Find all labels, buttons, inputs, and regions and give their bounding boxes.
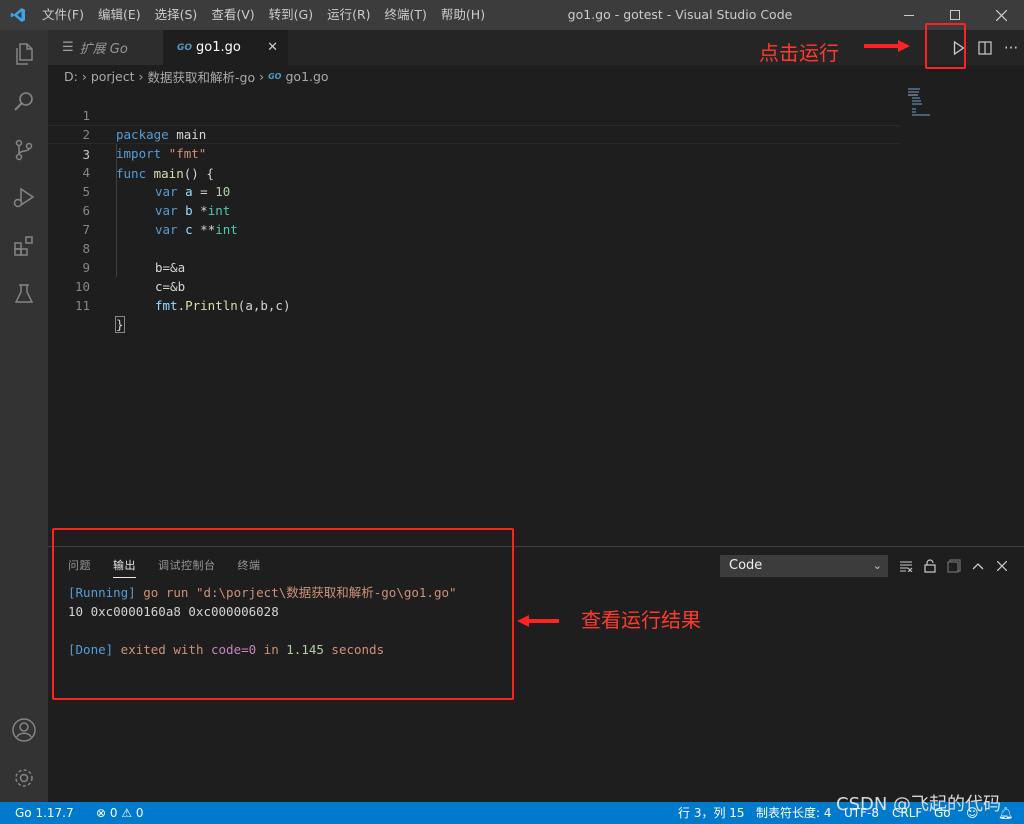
menu-selection[interactable]: 选择(S) — [148, 0, 205, 30]
menu-file[interactable]: 文件(F) — [35, 0, 91, 30]
arrow-right-icon — [864, 40, 910, 52]
more-actions-icon[interactable]: ··· — [998, 30, 1024, 65]
maximize-icon — [950, 10, 960, 20]
menu-go[interactable]: 转到(G) — [262, 0, 320, 30]
files-icon — [16, 43, 33, 65]
tab-go1-go[interactable]: GO go1.go ✕ — [163, 30, 288, 65]
code-line: 6 var c **int — [48, 182, 900, 237]
menu-bar: 文件(F) 编辑(E) 选择(S) 查看(V) 转到(G) 运行(R) 终端(T… — [35, 0, 492, 30]
search-icon — [14, 92, 33, 111]
output-channel-select[interactable]: Code ⌄ — [720, 555, 888, 577]
tab-size[interactable]: 制表符长度: 4 — [756, 802, 832, 824]
breadcrumb-folder[interactable]: porject — [91, 69, 135, 84]
vscode-logo-icon — [0, 0, 35, 30]
split-editor-icon — [978, 40, 992, 55]
run-debug-button[interactable] — [0, 174, 48, 222]
close-window-button[interactable] — [978, 0, 1024, 30]
csdn-watermark: CSDN @飞起的代码 — [836, 794, 1002, 815]
code-line: 1 package main — [48, 87, 900, 142]
breadcrumb: D: › porject › 数据获取和解析-go › GO go1.go — [48, 65, 1024, 87]
preview-icon: ☰ — [62, 40, 74, 55]
tab-extension-go[interactable]: ☰ 扩展 Go — [48, 30, 163, 65]
chevron-down-icon: ⌄ — [872, 559, 882, 572]
extensions-button[interactable] — [0, 222, 48, 270]
output-highlight — [52, 528, 514, 700]
title-bar: 文件(F) 编辑(E) 选择(S) 查看(V) 转到(G) 运行(R) 终端(T… — [0, 0, 1024, 30]
minimap[interactable] — [908, 87, 968, 117]
go-version[interactable]: Go 1.17.7 — [15, 802, 74, 824]
source-control-icon — [15, 139, 33, 161]
menu-terminal[interactable]: 终端(T) — [378, 0, 434, 30]
extensions-icon — [14, 236, 33, 256]
code-line: 4 var a = 10 — [48, 144, 900, 199]
open-log-icon[interactable] — [942, 555, 966, 577]
accounts-button[interactable] — [0, 706, 48, 754]
scrollbar-thumb[interactable] — [1018, 87, 1024, 107]
go-file-icon: GO — [268, 71, 282, 81]
activity-bar — [0, 30, 48, 802]
run-debug-icon — [13, 187, 35, 208]
menu-edit[interactable]: 编辑(E) — [91, 0, 148, 30]
code-line: 5 var b *int — [48, 163, 900, 218]
breadcrumb-drive[interactable]: D: — [64, 69, 78, 84]
close-panel-icon[interactable] — [990, 555, 1014, 577]
clear-output-icon[interactable] — [894, 555, 918, 577]
code-line-current: 3 func main() { — [48, 125, 900, 181]
close-icon — [995, 9, 1007, 21]
code-line: 7 — [48, 201, 900, 237]
explorer-button[interactable] — [0, 30, 48, 78]
tab-label: 扩展 Go — [79, 42, 128, 57]
chevron-right-icon: › — [138, 68, 144, 84]
run-button-highlight — [925, 23, 966, 69]
run-hint-label: 点击运行 — [759, 41, 839, 65]
search-button[interactable] — [0, 78, 48, 126]
go-file-icon: GO — [177, 42, 193, 53]
chevron-right-icon: › — [81, 68, 87, 84]
result-hint-label: 查看运行结果 — [581, 608, 701, 632]
chevron-right-icon: › — [259, 68, 265, 84]
code-line: 10 fmt.Println(a,b,c) — [48, 258, 900, 313]
testing-button[interactable] — [0, 270, 48, 318]
window-title: go1.go - gotest - Visual Studio Code — [567, 7, 793, 22]
problems-indicator[interactable]: ⊗ 0 ⚠ 0 — [96, 802, 144, 824]
arrow-left-icon — [517, 615, 559, 627]
minimize-icon — [904, 15, 914, 16]
code-line: 8 b=&a — [48, 220, 900, 275]
code-line: 2 import "fmt" — [48, 106, 900, 161]
code-line: 9 c=&b — [48, 239, 900, 294]
breadcrumb-file[interactable]: go1.go — [285, 69, 328, 84]
close-tab-icon[interactable]: ✕ — [267, 40, 278, 55]
manage-button[interactable] — [0, 754, 48, 802]
split-editor-button[interactable] — [972, 30, 998, 65]
menu-help[interactable]: 帮助(H) — [434, 0, 492, 30]
line-number: 11 — [74, 298, 90, 313]
lock-scroll-icon[interactable] — [918, 555, 942, 577]
settings-gear-icon — [15, 769, 33, 787]
cursor-position[interactable]: 行 3，列 15 — [678, 802, 745, 824]
panel-actions — [894, 555, 1014, 577]
code-line: 11 } — [48, 277, 900, 333]
code-editor[interactable]: 1 package main 2 import "fmt" 3 func mai… — [48, 87, 1024, 546]
menu-view[interactable]: 查看(V) — [204, 0, 261, 30]
tab-label: go1.go — [196, 40, 241, 55]
testing-icon — [14, 284, 34, 303]
maximize-panel-icon[interactable] — [966, 555, 990, 577]
editor-scrollbar[interactable] — [1010, 87, 1024, 546]
menu-run[interactable]: 运行(R) — [320, 0, 377, 30]
output-channel-value: Code — [729, 558, 763, 573]
account-icon — [12, 718, 36, 742]
breadcrumb-subfolder[interactable]: 数据获取和解析-go — [148, 67, 256, 86]
source-control-button[interactable] — [0, 126, 48, 174]
